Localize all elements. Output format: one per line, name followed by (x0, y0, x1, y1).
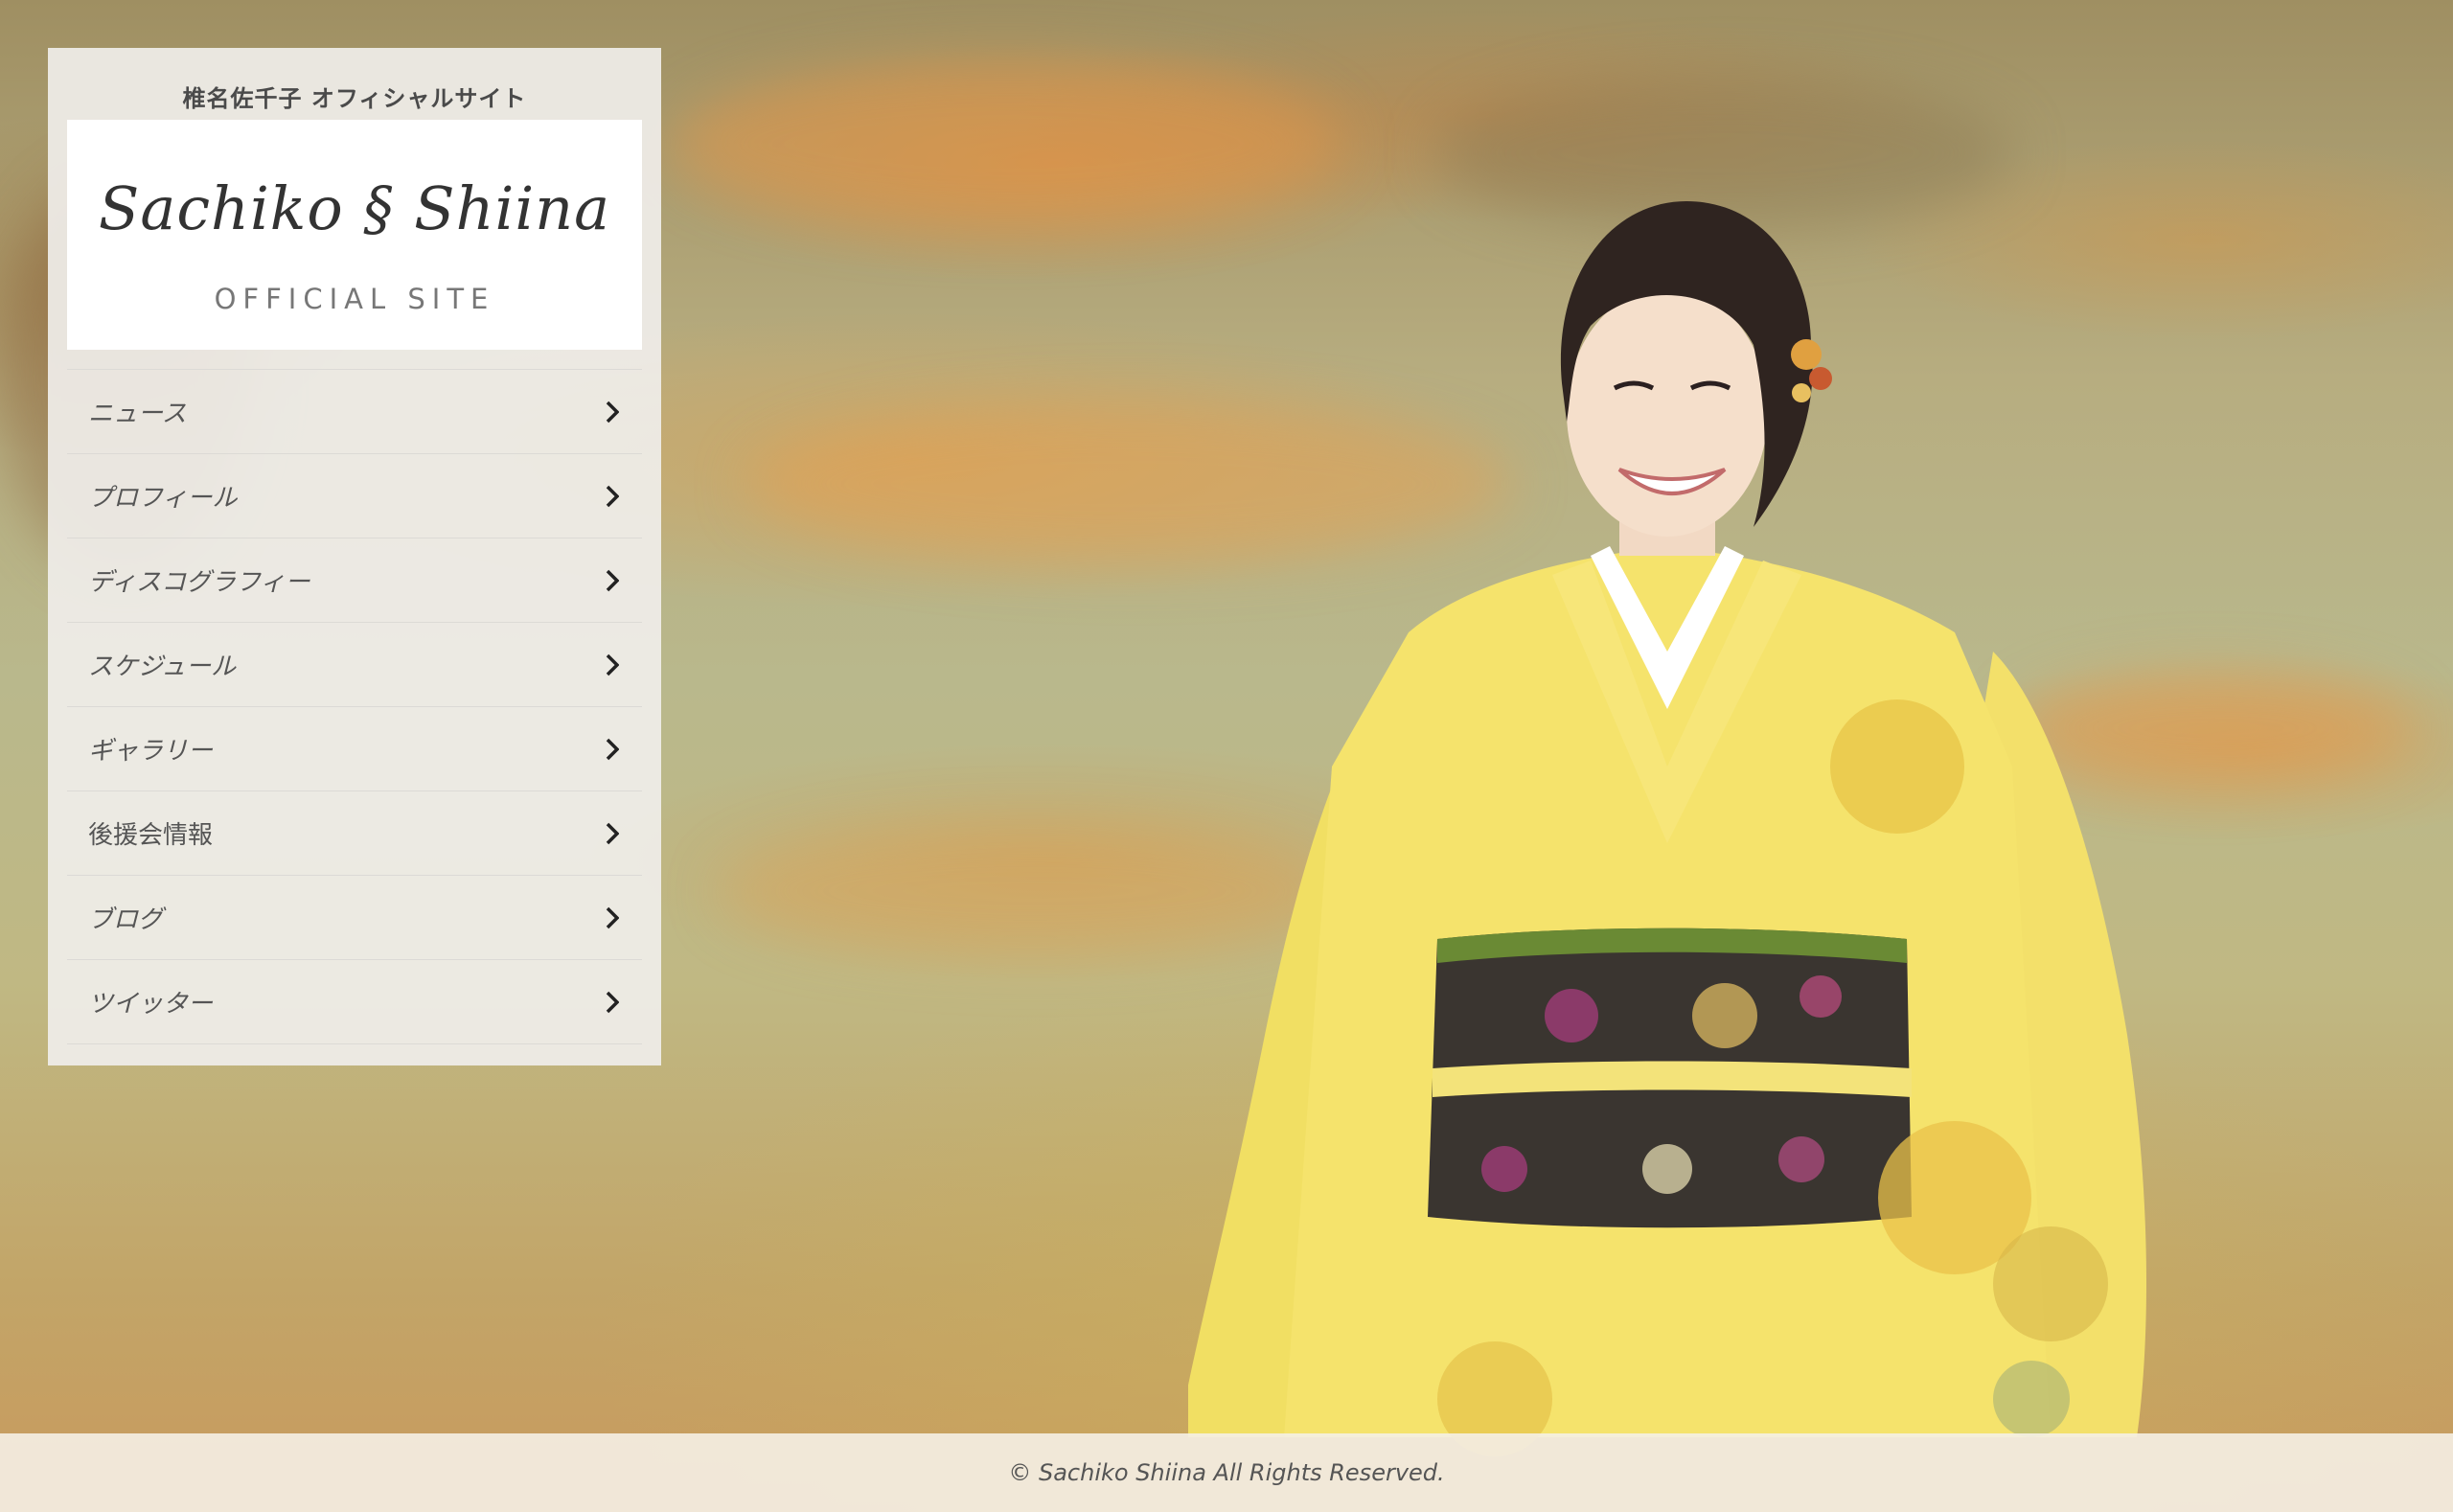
nav-item-label: 後援会情報 (88, 821, 214, 850)
nav-item-twitter[interactable]: ツイッター (67, 960, 642, 1044)
chevron-right-icon (602, 568, 623, 593)
nav-item-schedule[interactable]: スケジュール (67, 623, 642, 707)
chevron-right-icon (602, 653, 623, 677)
nav-item-label: ニュース (88, 400, 187, 428)
site-title: 椎名佐千子 オフィシャルサイト (182, 85, 527, 112)
nav-item-label: ブログ (88, 905, 164, 934)
chevron-right-icon (602, 484, 623, 509)
chevron-right-icon (602, 990, 623, 1015)
nav-item-label: ツイッター (88, 990, 214, 1019)
copyright-text: © Sachiko Shiina All Rights Reserved. (1008, 1459, 1445, 1486)
sidebar-panel: 椎名佐千子 オフィシャルサイト Sachiko § Shiina OFFICIA… (48, 48, 661, 1065)
site-footer: © Sachiko Shiina All Rights Reserved. (0, 1433, 2453, 1512)
nav-item-label: スケジュール (88, 653, 237, 681)
portrait-photo (1188, 201, 2146, 1456)
chevron-right-icon (602, 737, 623, 762)
nav-item-news[interactable]: ニュース (67, 370, 642, 454)
nav-item-fanclub[interactable]: 後援会情報 (67, 791, 642, 876)
logo-script-text: Sachiko § Shiina (98, 173, 611, 243)
chevron-right-icon (602, 821, 623, 846)
hero-background: 椎名佐千子 オフィシャルサイト Sachiko § Shiina OFFICIA… (0, 0, 2453, 1512)
nav-item-gallery[interactable]: ギャラリー (67, 707, 642, 791)
logo-subtitle: OFFICIAL SITE (214, 283, 495, 315)
nav-item-blog[interactable]: ブログ (67, 876, 642, 960)
nav-item-label: プロフィール (88, 484, 238, 513)
nav-item-profile[interactable]: プロフィール (67, 454, 642, 538)
chevron-right-icon (602, 400, 623, 424)
chevron-right-icon (602, 905, 623, 930)
site-logo[interactable]: Sachiko § Shiina OFFICIAL SITE (67, 120, 642, 350)
nav-item-label: ギャラリー (88, 737, 214, 766)
nav-item-label: ディスコグラフィー (88, 568, 310, 597)
nav-item-discography[interactable]: ディスコグラフィー (67, 538, 642, 623)
main-nav: ニュース プロフィール ディスコグラフィー スケジュール ギャラリー 後援会情報… (67, 369, 642, 1044)
